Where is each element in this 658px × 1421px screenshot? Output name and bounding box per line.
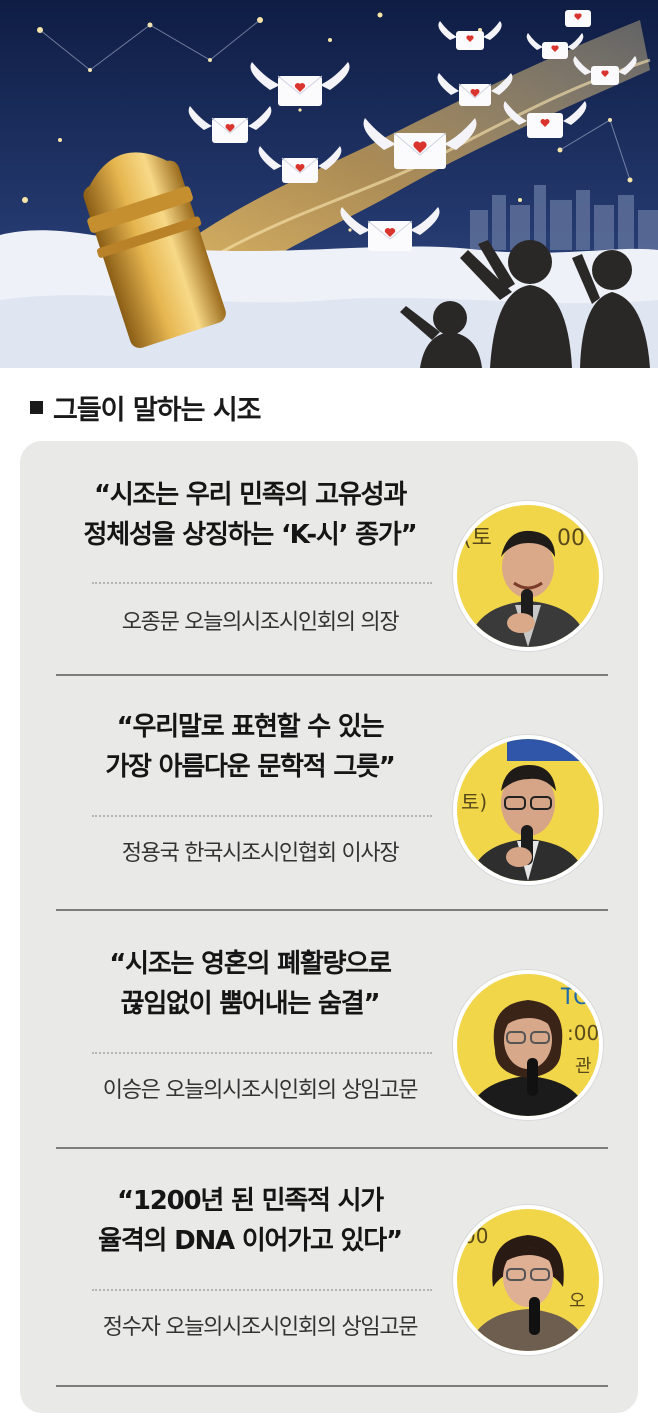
card-divider: [56, 909, 608, 911]
svg-text:(토: (토: [463, 526, 492, 551]
speaker-photo: TC :00 관: [453, 970, 603, 1120]
speaker-photo: 00 오: [453, 1205, 603, 1355]
card-divider: [56, 674, 608, 676]
quote-text: “우리말로 표현할 수 있는 가장 아름다운 문학적 그릇”: [105, 712, 396, 782]
bullet-square-icon: [30, 401, 43, 414]
hero-illustration: [0, 0, 658, 368]
speaker-byline: 오종문 오늘의시조시인회의 의장: [121, 610, 400, 635]
quotes-panel: “시조는 우리 민족의 고유성과 정체성을 상징하는 ‘K-시’ 종가” 오종문…: [20, 441, 638, 1413]
svg-text:오: 오: [569, 1291, 586, 1312]
svg-text::00: :00: [567, 1021, 599, 1045]
dotted-separator: [92, 582, 432, 584]
dotted-separator: [92, 1289, 432, 1291]
svg-text:00: 00: [557, 526, 585, 551]
dotted-separator: [92, 1052, 432, 1054]
speaker-byline: 정수자 오늘의시조시인회의 상임고문: [102, 1315, 419, 1340]
dotted-separator: [92, 815, 432, 817]
speaker-byline: 이승은 오늘의시조시인회의 상임고문: [102, 1078, 419, 1103]
svg-text:관: 관: [575, 1056, 592, 1077]
svg-text:00: 00: [463, 1224, 488, 1248]
speaker-photo: 토): [453, 735, 603, 885]
quote-text: “1200년 된 민족적 시가 율격의 DNA 이어가고 있다”: [98, 1186, 403, 1256]
quote-text: “시조는 우리 민족의 고유성과 정체성을 상징하는 ‘K-시’ 종가”: [83, 480, 418, 550]
speaker-photo: (토 00: [453, 501, 603, 651]
svg-text:토): 토): [461, 790, 487, 814]
quote-text: “시조는 영혼의 폐활량으로 끊임없이 뿜어내는 숨결”: [109, 949, 392, 1019]
speaker-byline: 정용국 한국시조시인협회 이사장: [121, 841, 400, 866]
card-divider: [56, 1147, 608, 1149]
card-divider: [56, 1385, 608, 1387]
section-title: 그들이 말하는 시조: [53, 395, 262, 426]
section-header: 그들이 말하는 시조: [30, 388, 262, 427]
svg-text:TC: TC: [560, 985, 589, 1010]
